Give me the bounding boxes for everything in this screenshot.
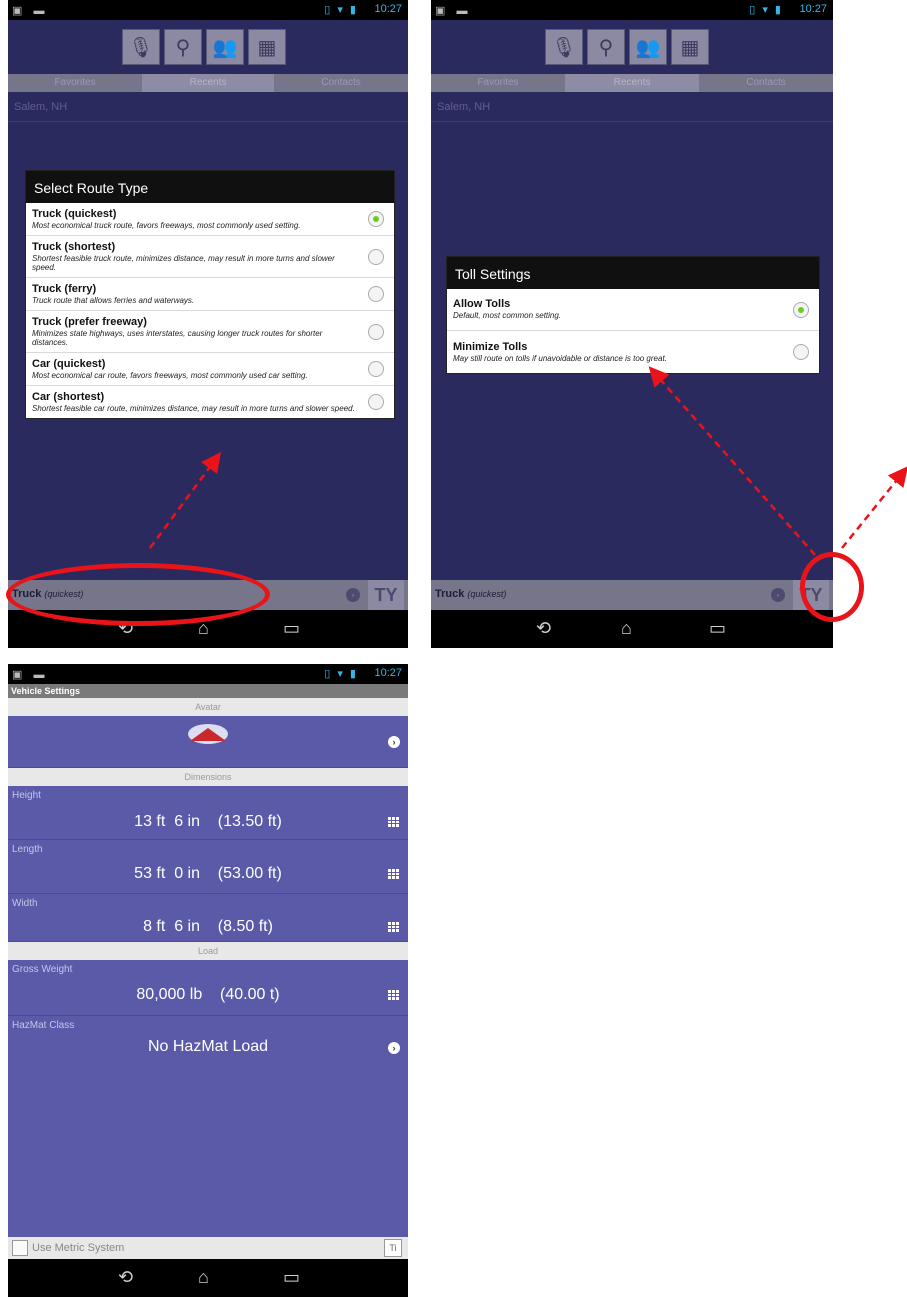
annotation-arrows: [148, 366, 907, 556]
arrow-to-toll-dialog: [648, 366, 816, 556]
arrow-to-vehicle-settings: [841, 466, 907, 549]
arrow-to-route-dialog: [148, 451, 221, 549]
